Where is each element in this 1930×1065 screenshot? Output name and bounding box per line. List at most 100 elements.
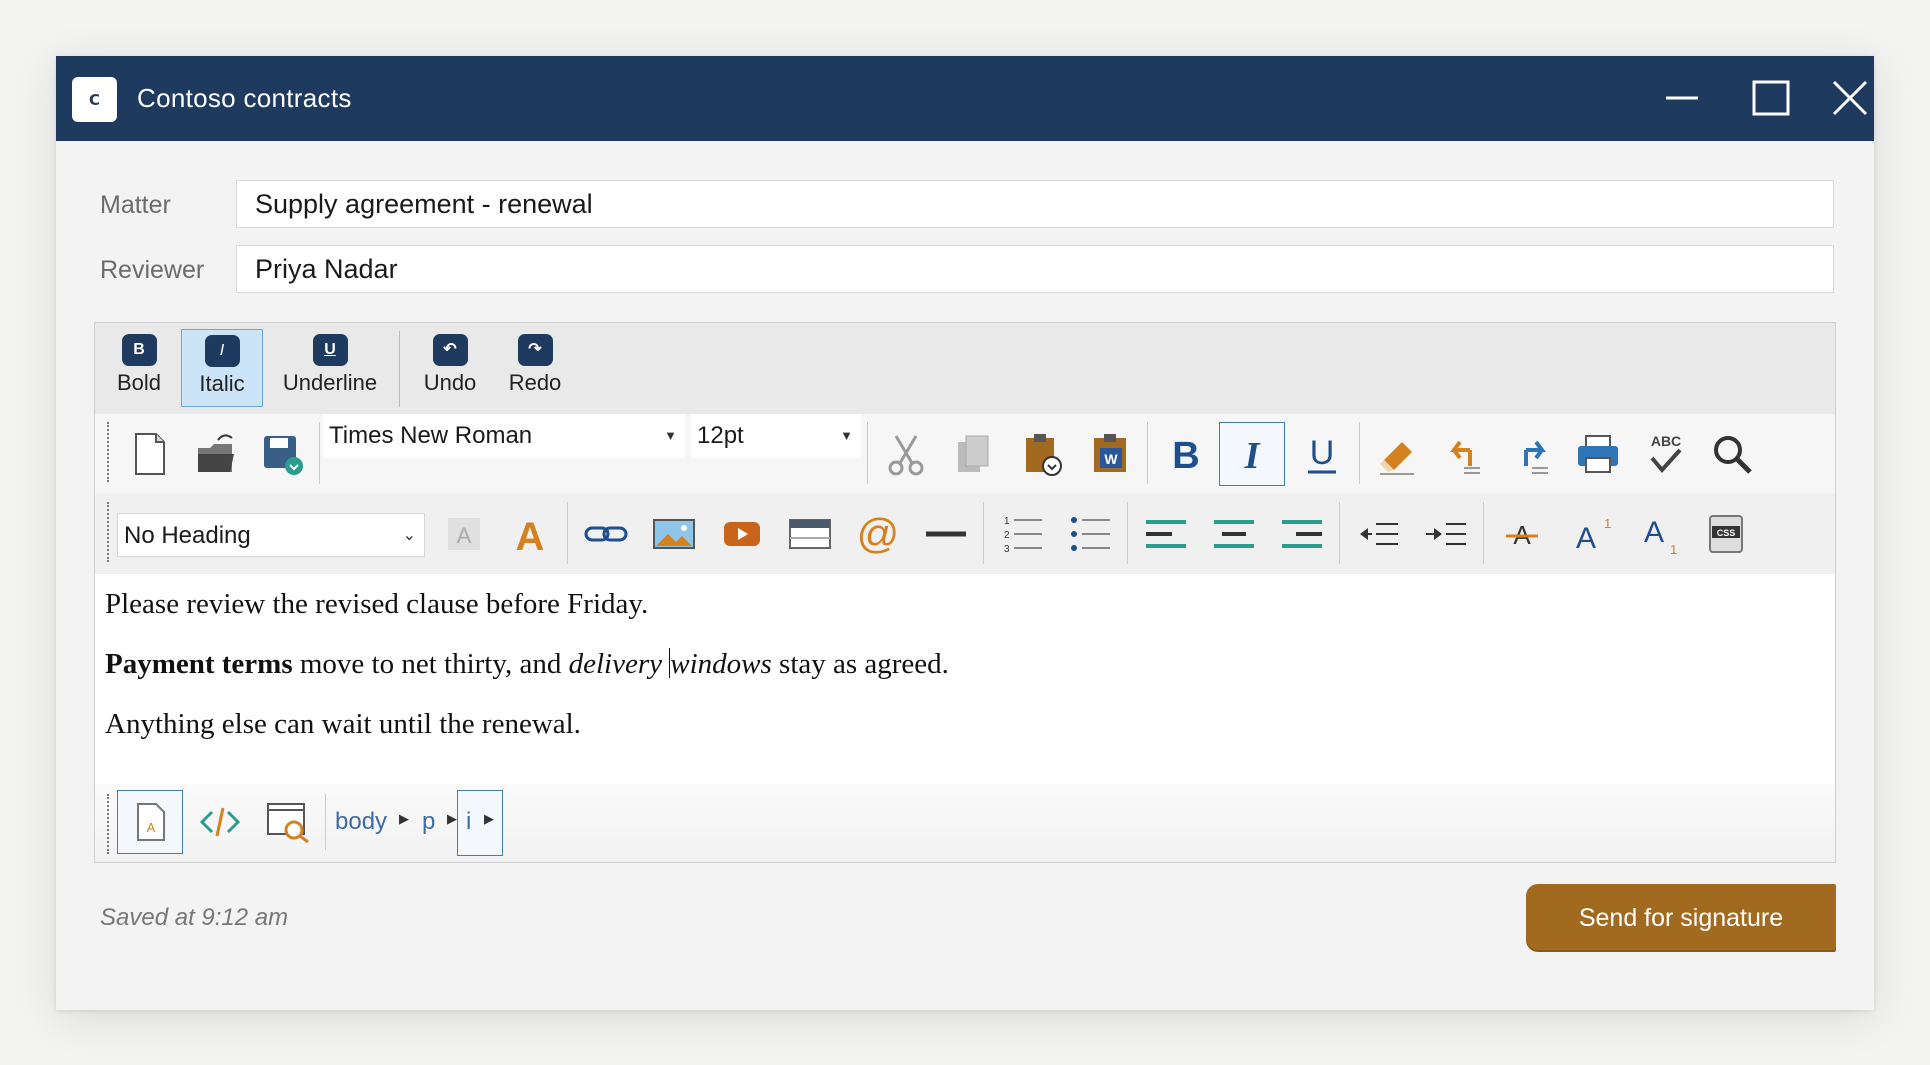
font-color-icon[interactable]: A bbox=[497, 502, 563, 566]
breadcrumb-i-selected[interactable]: i ▶ bbox=[457, 790, 503, 856]
svg-text:3: 3 bbox=[1004, 544, 1010, 555]
toolbar-grip bbox=[107, 422, 109, 482]
print-icon[interactable] bbox=[1565, 422, 1631, 486]
paste-from-word-icon[interactable]: W bbox=[1077, 422, 1143, 486]
bold-text: Payment terms bbox=[105, 648, 293, 680]
reviewer-field[interactable]: Priya Nadar bbox=[236, 245, 1834, 293]
toolbar-separator bbox=[1483, 502, 1484, 564]
paste-icon[interactable] bbox=[1009, 422, 1075, 486]
close-button[interactable] bbox=[1830, 74, 1870, 122]
maximize-button[interactable] bbox=[1742, 74, 1798, 122]
svg-text:1: 1 bbox=[1004, 516, 1010, 527]
svg-text:ABC: ABC bbox=[1651, 433, 1681, 449]
paragraph-1: Please review the revised clause before … bbox=[105, 588, 649, 620]
open-folder-icon[interactable] bbox=[183, 422, 249, 486]
font-size-dropdown[interactable]: 12pt ▼ bbox=[691, 414, 861, 458]
font-family-dropdown[interactable]: Times New Roman ▼ bbox=[323, 414, 685, 458]
ribbon-redo-button[interactable]: ↷ Redo bbox=[501, 329, 569, 407]
toolbar-grip bbox=[107, 794, 109, 854]
svg-text:U: U bbox=[1310, 434, 1335, 472]
spellcheck-icon[interactable]: ABC bbox=[1633, 422, 1699, 486]
redo-format-icon[interactable] bbox=[1499, 422, 1565, 486]
italic-text: delivery bbox=[568, 648, 670, 680]
video-icon[interactable] bbox=[709, 502, 775, 566]
italic-text: windows bbox=[670, 648, 772, 680]
document-body[interactable]: Please review the revised clause before … bbox=[95, 574, 1835, 784]
save-status: Saved at 9:12 am bbox=[100, 904, 289, 931]
find-icon[interactable] bbox=[1699, 422, 1765, 486]
window-title: Contoso contracts bbox=[137, 83, 352, 113]
matter-field[interactable]: Supply agreement - renewal bbox=[236, 180, 1834, 228]
heading-dropdown[interactable]: No Heading ⌄ bbox=[117, 513, 425, 557]
ribbon-separator bbox=[399, 331, 400, 407]
ribbon-underline-label: Underline bbox=[282, 370, 378, 395]
new-document-icon[interactable] bbox=[117, 422, 183, 486]
svg-text:1: 1 bbox=[1604, 516, 1611, 531]
ribbon-undo-label: Undo bbox=[423, 370, 477, 395]
rich-text-editor: B Bold I Italic U Underline ↶ Undo ↷ Red… bbox=[94, 322, 1836, 863]
toolbar-separator bbox=[983, 502, 984, 564]
preview-icon[interactable] bbox=[255, 790, 321, 854]
svg-text:A: A bbox=[147, 820, 156, 835]
breadcrumb-i: i bbox=[466, 808, 472, 835]
css-icon[interactable]: CSS bbox=[1693, 502, 1759, 566]
minimize-button[interactable] bbox=[1654, 74, 1710, 122]
html-view-icon[interactable] bbox=[187, 790, 253, 854]
redo-icon: ↷ bbox=[517, 334, 553, 366]
reviewer-label: Reviewer bbox=[100, 256, 205, 284]
toolbar-row-1: Times New Roman ▼ 12pt ▼ W B I U ABC bbox=[95, 414, 1835, 494]
align-left-icon[interactable] bbox=[1133, 502, 1199, 566]
ribbon-undo-button[interactable]: ↶ Undo bbox=[413, 329, 487, 407]
toolbar-separator bbox=[1127, 502, 1128, 564]
underline-icon[interactable]: U bbox=[1289, 422, 1355, 486]
horizontal-rule-icon[interactable] bbox=[913, 502, 979, 566]
breadcrumb-p[interactable]: p bbox=[422, 808, 435, 836]
undo-format-icon[interactable] bbox=[1431, 422, 1497, 486]
superscript-icon[interactable]: A1 bbox=[1557, 502, 1623, 566]
save-icon[interactable] bbox=[249, 422, 315, 486]
align-right-icon[interactable] bbox=[1269, 502, 1335, 566]
image-icon[interactable] bbox=[641, 502, 707, 566]
table-icon[interactable] bbox=[777, 502, 843, 566]
svg-text:1: 1 bbox=[1670, 542, 1677, 557]
paragraph-3: Anything else can wait until the renewal… bbox=[105, 708, 581, 740]
toolbar-grip bbox=[107, 502, 109, 562]
svg-text:A: A bbox=[1576, 522, 1596, 555]
font-size-value: 12pt bbox=[697, 422, 744, 449]
strikethrough-icon[interactable]: A bbox=[1489, 502, 1555, 566]
ribbon-bold-button[interactable]: B Bold bbox=[105, 329, 173, 407]
svg-text:A: A bbox=[1644, 516, 1664, 549]
matter-label: Matter bbox=[100, 191, 171, 219]
breadcrumb-body[interactable]: body bbox=[335, 808, 387, 836]
subscript-icon[interactable]: A1 bbox=[1625, 502, 1691, 566]
email-link-icon[interactable]: @ bbox=[845, 502, 911, 566]
chevron-down-icon: ▼ bbox=[840, 428, 853, 443]
svg-text:A: A bbox=[516, 515, 545, 558]
font-color-disabled-icon: A bbox=[431, 502, 497, 566]
svg-text:B: B bbox=[1172, 435, 1199, 477]
cut-icon[interactable] bbox=[873, 422, 939, 486]
italic-icon[interactable]: I bbox=[1219, 422, 1285, 486]
toolbar-separator bbox=[319, 422, 320, 484]
chevron-down-icon: ⌄ bbox=[402, 527, 416, 544]
design-view-icon[interactable]: A bbox=[117, 790, 183, 854]
indent-icon[interactable] bbox=[1413, 502, 1479, 566]
copy-icon[interactable] bbox=[941, 422, 1007, 486]
align-center-icon[interactable] bbox=[1201, 502, 1267, 566]
eraser-icon[interactable] bbox=[1365, 422, 1431, 486]
svg-text:@: @ bbox=[857, 510, 900, 557]
numbered-list-icon[interactable]: 1 2 3 bbox=[989, 502, 1055, 566]
ribbon-underline-button[interactable]: U Underline bbox=[271, 329, 389, 407]
ribbon-italic-label: Italic bbox=[199, 371, 245, 396]
svg-text:W: W bbox=[1104, 451, 1118, 467]
plain-text: move to net thirty, and bbox=[292, 648, 569, 680]
svg-text:I: I bbox=[1244, 435, 1261, 477]
send-for-signature-button[interactable]: Send for signature bbox=[1526, 884, 1836, 952]
heading-value: No Heading bbox=[124, 522, 251, 549]
bold-icon[interactable]: B bbox=[1153, 422, 1219, 486]
outdent-icon[interactable] bbox=[1345, 502, 1411, 566]
bullet-list-icon[interactable] bbox=[1057, 502, 1123, 566]
ribbon-italic-button[interactable]: I Italic bbox=[181, 329, 263, 407]
italic-icon: I bbox=[204, 335, 240, 367]
link-icon[interactable] bbox=[573, 502, 639, 566]
